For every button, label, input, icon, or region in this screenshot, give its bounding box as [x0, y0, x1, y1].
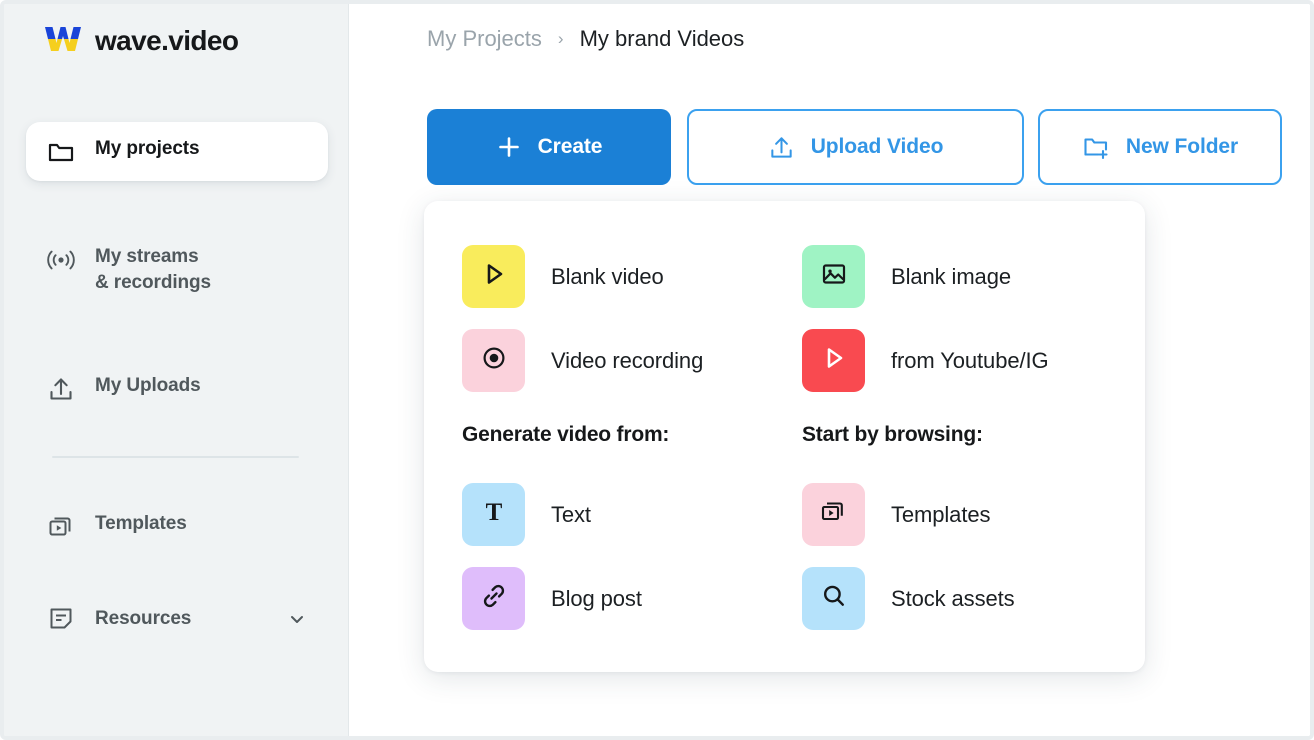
sidebar-item-my-uploads[interactable]: My Uploads	[26, 359, 328, 418]
play-outline-icon	[819, 343, 849, 378]
main-content: My Projects › My brand Videos Create Upl…	[350, 4, 1310, 736]
templates-tile	[802, 483, 865, 546]
create-option-from-youtube-ig[interactable]: from Youtube/IG	[802, 329, 1049, 392]
create-option-label: Blank image	[891, 263, 1011, 289]
sidebar-item-templates[interactable]: Templates	[26, 497, 328, 556]
create-option-video-recording[interactable]: Video recording	[462, 329, 703, 392]
text-tile: T	[462, 483, 525, 546]
stock-assets-tile	[802, 567, 865, 630]
sidebar-item-label: My Uploads	[95, 375, 201, 396]
upload-video-button-label: Upload Video	[810, 135, 944, 158]
record-dot-icon	[479, 343, 509, 378]
chevron-down-icon[interactable]	[286, 608, 308, 630]
sidebar-item-resources[interactable]: Resources	[26, 589, 328, 648]
sidebar-item-my-streams[interactable]: My streams & recordings	[26, 230, 328, 309]
broadcast-icon	[46, 245, 76, 275]
create-menu-panel: Blank video Video recording Generate vid…	[424, 201, 1145, 672]
create-option-templates[interactable]: Templates	[802, 483, 990, 546]
breadcrumb-root[interactable]: My Projects	[427, 26, 542, 52]
templates-icon	[46, 512, 76, 542]
create-option-text[interactable]: T Text	[462, 483, 591, 546]
create-option-label: Blog post	[551, 585, 642, 611]
sidebar-item-label: Resources	[95, 607, 192, 629]
create-option-stock-assets[interactable]: Stock assets	[802, 567, 1015, 630]
search-icon	[819, 581, 849, 616]
breadcrumb-current: My brand Videos	[579, 26, 745, 51]
create-option-label: Stock assets	[891, 585, 1015, 611]
sidebar-item-label-line1: My streams	[95, 246, 199, 267]
blog-post-tile	[462, 567, 525, 630]
breadcrumb-separator-icon: ›	[557, 29, 564, 48]
create-option-label: Blank video	[551, 263, 664, 289]
brand-name: wave.video	[95, 25, 239, 56]
sidebar-item-label: Templates	[95, 513, 187, 534]
new-folder-button-label: New Folder	[1125, 135, 1239, 158]
blank-image-tile	[802, 245, 865, 308]
folder-plus-icon	[1082, 133, 1110, 161]
link-chain-icon	[479, 581, 509, 616]
new-folder-button[interactable]: New Folder	[1038, 109, 1282, 185]
folder-icon	[46, 137, 76, 167]
video-recording-tile	[462, 329, 525, 392]
create-option-label: Video recording	[551, 347, 704, 373]
sidebar-item-label-line2: & recordings	[95, 271, 211, 293]
templates-icon	[819, 497, 849, 532]
create-option-blank-video[interactable]: Blank video	[462, 245, 664, 308]
create-option-blank-image[interactable]: Blank image	[802, 245, 1011, 308]
from-youtube-ig-tile	[802, 329, 865, 392]
breadcrumb: My Projects › My brand Videos	[427, 23, 744, 55]
wave-w-logo-icon	[44, 24, 82, 59]
start-by-browsing-heading: Start by browsing:	[802, 423, 983, 446]
image-icon	[819, 259, 849, 294]
sidebar-item-my-projects[interactable]: My projects	[26, 122, 328, 181]
create-option-label: Text	[551, 501, 591, 527]
blank-video-tile	[462, 245, 525, 308]
sidebar: wave.video My projects My streams & reco…	[4, 4, 349, 736]
create-button-label: Create	[537, 135, 603, 158]
plus-icon	[496, 134, 522, 160]
create-option-label: Templates	[891, 501, 991, 527]
play-outline-icon	[479, 259, 509, 294]
brand-logo[interactable]: wave.video	[44, 20, 239, 62]
upload-video-button[interactable]: Upload Video	[687, 109, 1024, 185]
upload-icon	[46, 374, 76, 404]
sidebar-item-label: My streams & recordings	[95, 244, 211, 295]
svg-text:T: T	[485, 499, 502, 526]
create-button[interactable]: Create	[427, 109, 671, 185]
sidebar-divider	[52, 456, 299, 458]
generate-video-from-heading: Generate video from:	[462, 423, 670, 446]
create-option-label: from Youtube/IG	[891, 347, 1049, 373]
create-option-blog-post[interactable]: Blog post	[462, 567, 642, 630]
app-window: wave.video My projects My streams & reco…	[0, 0, 1314, 740]
text-t-icon: T	[479, 497, 509, 532]
sidebar-item-label: My projects	[95, 138, 200, 159]
upload-icon	[768, 134, 795, 161]
note-icon	[46, 604, 76, 634]
